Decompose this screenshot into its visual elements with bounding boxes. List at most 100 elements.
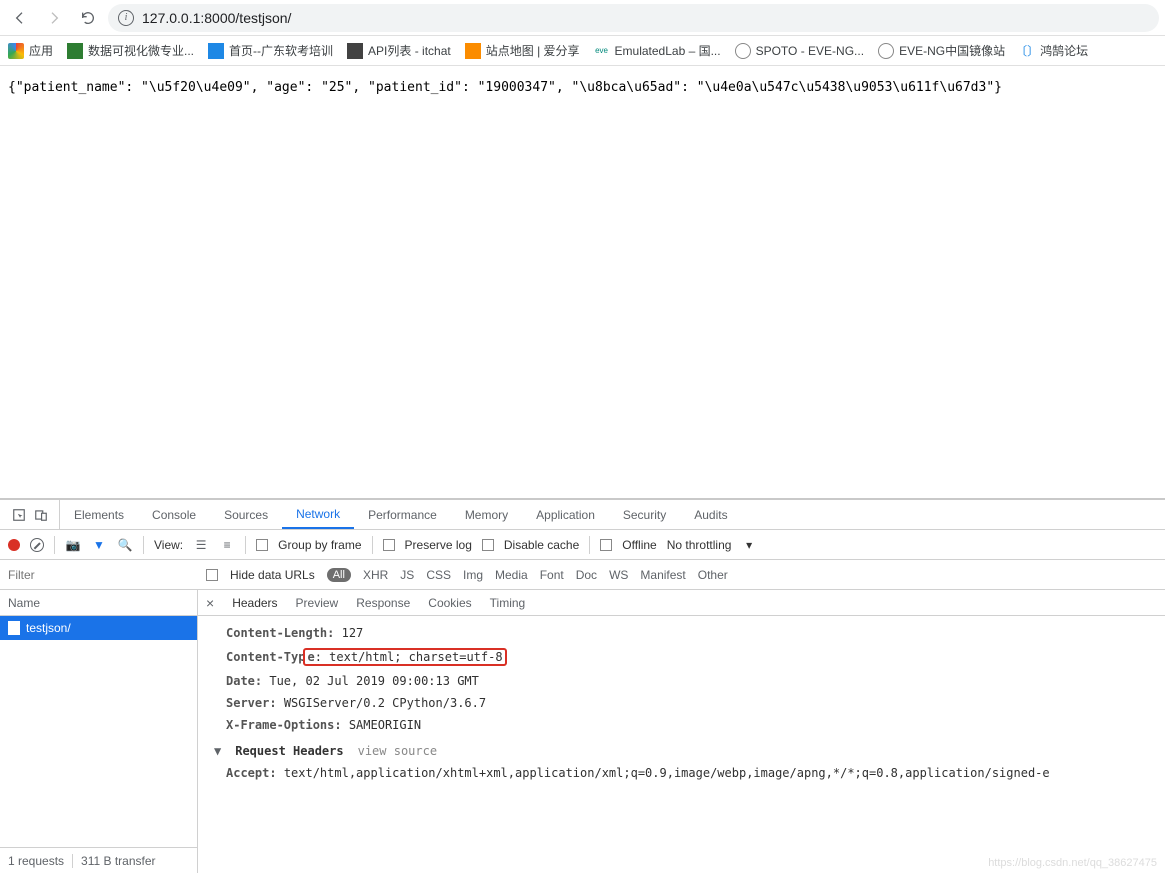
tab-elements[interactable]: Elements	[60, 500, 138, 529]
divider	[372, 536, 373, 554]
tab-performance[interactable]: Performance	[354, 500, 451, 529]
group-by-frame-checkbox[interactable]	[256, 539, 268, 551]
tab-headers[interactable]: Headers	[232, 596, 277, 610]
browser-toolbar: i	[0, 0, 1165, 36]
filter-type[interactable]: XHR	[363, 568, 388, 582]
view-label: View:	[154, 538, 183, 552]
filter-icon[interactable]: ▼	[91, 538, 107, 552]
header-value: WSGIServer/0.2 CPython/3.6.7	[284, 696, 486, 710]
bookmark-item[interactable]: 首页--广东软考培训	[208, 42, 333, 59]
omnibox[interactable]: i	[108, 4, 1159, 32]
device-toggle-icon	[34, 508, 48, 522]
globe-icon	[878, 43, 894, 59]
clear-button[interactable]	[30, 538, 44, 552]
filter-type[interactable]: CSS	[426, 568, 451, 582]
headers-pane[interactable]: Content-Length: 127 Content-Type: e: tex…	[198, 616, 1165, 873]
waterfall-icon[interactable]: ≡	[219, 538, 235, 552]
section-request-headers[interactable]: ▼ Request Headers view source	[210, 736, 1153, 762]
section-title: Request Headers	[235, 744, 343, 758]
bookmark-item[interactable]: 数据可视化微专业...	[67, 42, 194, 59]
site-info-icon[interactable]: i	[118, 10, 134, 26]
globe-icon	[735, 43, 751, 59]
header-value: Tue, 02 Jul 2019 09:00:13 GMT	[269, 674, 479, 688]
tab-sources[interactable]: Sources	[210, 500, 282, 529]
hide-data-urls-checkbox[interactable]	[206, 569, 218, 581]
inspect-icon	[12, 508, 26, 522]
page-body: {"patient_name": "\u5f20\u4e09", "age": …	[0, 66, 1165, 498]
network-controls: 📷 ▼ 🔍 View: ☰ ≡ Group by frame Preserve …	[0, 530, 1165, 560]
reload-button[interactable]	[74, 4, 102, 32]
devtools-tab-strip: Elements Console Sources Network Perform…	[0, 500, 1165, 530]
filter-type[interactable]: Manifest	[640, 568, 685, 582]
bookmark-item[interactable]: API列表 - itchat	[347, 42, 451, 59]
requests-count: 1 requests	[8, 854, 64, 868]
network-filter-row: Hide data URLs All XHR JS CSS Img Media …	[0, 560, 1165, 590]
close-detail-button[interactable]: ×	[206, 595, 214, 611]
header-name: Server:	[226, 696, 277, 710]
throttling-value: No throttling	[667, 538, 732, 552]
filter-type[interactable]: WS	[609, 568, 628, 582]
document-icon	[8, 621, 20, 635]
tab-cookies[interactable]: Cookies	[428, 596, 471, 610]
chevron-down-icon: ▾	[746, 538, 752, 552]
request-row[interactable]: testjson/	[0, 616, 197, 640]
disable-cache-label: Disable cache	[504, 538, 579, 552]
disable-cache-checkbox[interactable]	[482, 539, 494, 551]
group-by-frame-label: Group by frame	[278, 538, 361, 552]
forward-button[interactable]	[40, 4, 68, 32]
filter-input[interactable]	[0, 560, 198, 589]
tab-console[interactable]: Console	[138, 500, 210, 529]
preserve-log-label: Preserve log	[405, 538, 472, 552]
tab-timing[interactable]: Timing	[490, 596, 526, 610]
filter-type[interactable]: Font	[540, 568, 564, 582]
header-row: Content-Length: 127	[210, 622, 1153, 644]
view-source-link[interactable]: view source	[358, 744, 437, 758]
bookmark-label: 鸿鹄论坛	[1040, 42, 1088, 59]
tab-preview[interactable]: Preview	[296, 596, 339, 610]
column-header-name[interactable]: Name	[0, 590, 197, 616]
header-row: Server: WSGIServer/0.2 CPython/3.6.7	[210, 692, 1153, 714]
throttling-select[interactable]: No throttling ▾	[667, 538, 752, 552]
favicon-icon	[67, 43, 83, 59]
url-input[interactable]	[142, 10, 1149, 26]
bookmark-item[interactable]: eveEmulatedLab – 国...	[594, 42, 721, 59]
offline-checkbox[interactable]	[600, 539, 612, 551]
bookmark-label: EVE-NG中国镜像站	[899, 42, 1005, 59]
filter-type[interactable]: Img	[463, 568, 483, 582]
bookmark-label: EmulatedLab – 国...	[615, 42, 721, 59]
filter-type-all[interactable]: All	[327, 568, 351, 582]
tab-audits[interactable]: Audits	[680, 500, 741, 529]
preserve-log-checkbox[interactable]	[383, 539, 395, 551]
filter-type[interactable]: JS	[400, 568, 414, 582]
bookmark-item[interactable]: EVE-NG中国镜像站	[878, 42, 1005, 59]
bookmark-label: API列表 - itchat	[368, 42, 451, 59]
header-row: Accept: text/html,application/xhtml+xml,…	[210, 762, 1153, 784]
filter-type[interactable]: Doc	[576, 568, 597, 582]
bookmark-label: 应用	[29, 42, 53, 59]
record-button[interactable]	[8, 539, 20, 551]
detail-tab-strip: × Headers Preview Response Cookies Timin…	[198, 590, 1165, 616]
tab-security[interactable]: Security	[609, 500, 680, 529]
back-button[interactable]	[6, 4, 34, 32]
divider	[245, 536, 246, 554]
bookmark-item[interactable]: 站点地图 | 爱分享	[465, 42, 580, 59]
network-split: Name testjson/ 1 requests 311 B transfer…	[0, 590, 1165, 873]
request-detail: × Headers Preview Response Cookies Timin…	[198, 590, 1165, 873]
header-row: Content-Type: e: text/html; charset=utf-…	[210, 644, 1153, 670]
apps-shortcut[interactable]: 应用	[8, 42, 53, 59]
tab-response[interactable]: Response	[356, 596, 410, 610]
tab-network[interactable]: Network	[282, 500, 354, 529]
large-rows-icon[interactable]: ☰	[193, 538, 209, 552]
tab-memory[interactable]: Memory	[451, 500, 522, 529]
devtools-dock-controls[interactable]	[0, 500, 60, 529]
divider	[54, 536, 55, 554]
filter-type[interactable]: Other	[698, 568, 728, 582]
header-value: text/html,application/xhtml+xml,applicat…	[284, 766, 1050, 780]
tab-application[interactable]: Application	[522, 500, 609, 529]
bookmark-item[interactable]: SPOTO - EVE-NG...	[735, 43, 864, 59]
filter-type[interactable]: Media	[495, 568, 528, 582]
bookmark-item[interactable]: 〔〕鸿鹄论坛	[1019, 42, 1088, 59]
camera-icon[interactable]: 📷	[65, 538, 81, 552]
header-name: Content-Typ	[226, 650, 305, 664]
search-icon[interactable]: 🔍	[117, 538, 133, 552]
